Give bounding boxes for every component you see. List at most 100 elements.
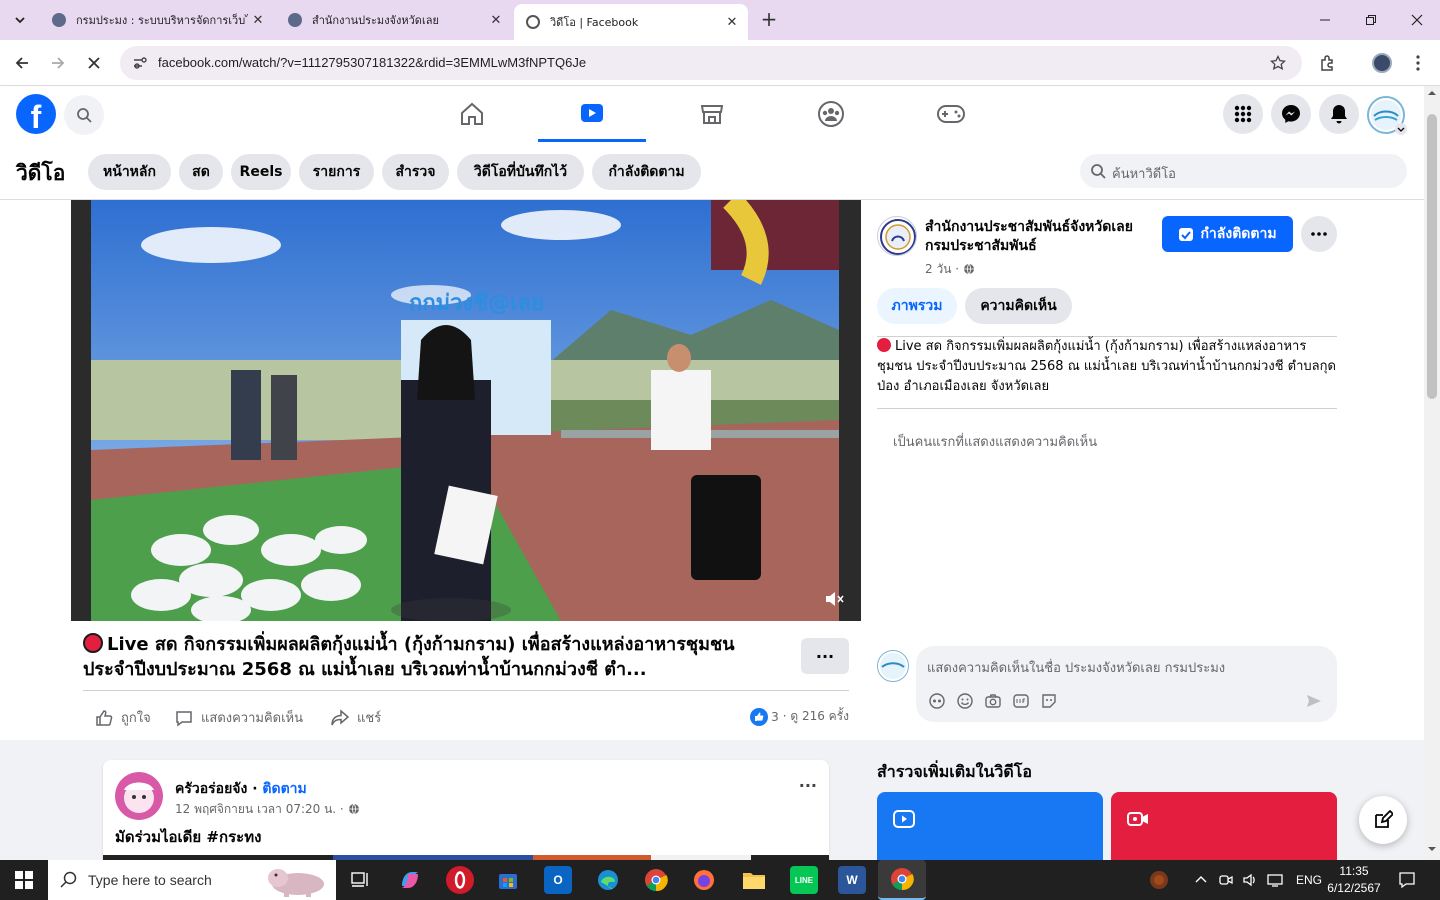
close-tab-icon[interactable]: ✕: [248, 13, 268, 28]
nav-marketplace[interactable]: [658, 86, 766, 142]
pill-saved-videos[interactable]: วิดีโอที่บันทึกไว้: [457, 154, 584, 190]
send-icon[interactable]: [1306, 693, 1322, 709]
edge-app[interactable]: [594, 866, 622, 894]
feed-author-avatar[interactable]: [115, 772, 163, 820]
camera-button[interactable]: [984, 692, 1002, 710]
video-thumbnail-image: กกม่วงชี@เลย: [91, 200, 839, 621]
notifications-button[interactable]: [1319, 94, 1359, 134]
pill-home[interactable]: หน้าหลัก: [88, 154, 171, 190]
opera-app[interactable]: [446, 866, 474, 894]
pill-shows[interactable]: รายการ: [299, 154, 374, 190]
pill-reels[interactable]: Reels: [231, 154, 291, 190]
post-stats[interactable]: 3 · ดู 216 ครั้ง: [750, 707, 849, 726]
back-button[interactable]: [10, 51, 34, 75]
new-message-button[interactable]: [1359, 796, 1407, 844]
pill-live[interactable]: สด: [179, 154, 223, 190]
pill-following[interactable]: กำลังติดตาม: [592, 154, 701, 190]
nav-home[interactable]: [418, 86, 526, 142]
explore-card-live[interactable]: [1111, 792, 1337, 862]
speaker-icon[interactable]: [1242, 872, 1258, 888]
url-text[interactable]: facebook.com/watch/?v=1112795307181322&r…: [158, 55, 586, 70]
nav-gaming[interactable]: [897, 86, 1005, 142]
tab-comments[interactable]: ความคิดเห็น: [965, 288, 1072, 324]
browser-tab-active[interactable]: วิดีโอ | Facebook ✕: [514, 4, 748, 40]
messenger-button[interactable]: [1271, 94, 1311, 134]
browser-tab[interactable]: สำนักงานประมงจังหวัดเลย ✕: [276, 6, 512, 34]
menu-button[interactable]: [1223, 94, 1263, 134]
chrome-app-active[interactable]: [878, 860, 926, 900]
taskbar-clock[interactable]: 11:35 6/12/2567: [1320, 863, 1388, 897]
feed-follow-link[interactable]: ติดตาม: [262, 781, 306, 797]
avatar-sticker-button[interactable]: [928, 692, 946, 710]
video-search-input[interactable]: ค้นหาวิดีโอ: [1080, 154, 1407, 188]
chrome-app[interactable]: [642, 866, 670, 894]
profile-button[interactable]: [1370, 51, 1394, 75]
chevron-down-icon[interactable]: [1395, 123, 1407, 135]
post-more-button[interactable]: ···: [801, 638, 849, 674]
word-app[interactable]: W: [838, 866, 866, 894]
extensions-button[interactable]: [1316, 51, 1340, 75]
svg-text:กกม่วงชี@เลย: กกม่วงชี@เลย: [409, 291, 544, 316]
address-bar[interactable]: facebook.com/watch/?v=1112795307181322&r…: [120, 46, 1302, 80]
new-tab-button[interactable]: +: [758, 9, 780, 31]
video-player[interactable]: กกม่วงชี@เลย: [71, 200, 861, 621]
nav-video[interactable]: [538, 86, 646, 142]
mute-icon[interactable]: [823, 588, 845, 610]
scroll-down-arrow-icon[interactable]: [1424, 842, 1440, 856]
language-indicator[interactable]: ENG: [1296, 873, 1322, 887]
comment-input[interactable]: แสดงความคิดเห็นในชื่อ ประมงจังหวัดเลย กร…: [916, 646, 1337, 722]
scroll-up-arrow-icon[interactable]: [1424, 86, 1440, 100]
taskbar-search-input[interactable]: Type here to search: [48, 860, 336, 900]
outlook-app[interactable]: O: [544, 866, 572, 894]
video-frame[interactable]: กกม่วงชี@เลย: [91, 200, 839, 621]
commenter-avatar[interactable]: [877, 650, 909, 682]
minimize-button[interactable]: [1302, 0, 1348, 40]
microsoft-store-app[interactable]: [494, 866, 522, 894]
page-name-link[interactable]: สำนักงานประชาสัมพันธ์จังหวัดเลย กรมประชา…: [925, 218, 1145, 256]
tab-search-button[interactable]: [8, 8, 32, 32]
feed-author-name[interactable]: ครัวอร่อยจัง: [175, 781, 247, 797]
following-check-icon: [1179, 228, 1194, 241]
firefox-app[interactable]: [690, 866, 718, 894]
file-explorer-app[interactable]: [740, 866, 768, 894]
explore-card-videos[interactable]: [877, 792, 1103, 862]
forward-button[interactable]: [46, 51, 70, 75]
stop-button[interactable]: [82, 51, 106, 75]
like-button[interactable]: ถูกใจ: [95, 707, 151, 728]
chevron-up-icon[interactable]: [1194, 873, 1208, 887]
comment-button[interactable]: แสดงความคิดเห็น: [175, 707, 303, 728]
page-more-button[interactable]: [1301, 216, 1337, 252]
line-app[interactable]: LINE: [790, 866, 818, 894]
meet-now-icon[interactable]: [1218, 872, 1234, 888]
restore-button[interactable]: [1348, 0, 1394, 40]
network-icon[interactable]: [1266, 872, 1284, 888]
browser-tab[interactable]: กรมประมง : ระบบบริหารจัดการเว็บไซต์ ✕: [40, 6, 274, 34]
gif-button[interactable]: [1012, 692, 1030, 710]
following-button[interactable]: กำลังติดตาม: [1162, 216, 1293, 252]
sticker-button[interactable]: [1040, 692, 1058, 710]
nav-groups[interactable]: [777, 86, 885, 142]
weather-widget[interactable]: [1148, 860, 1170, 900]
facebook-search-button[interactable]: [64, 95, 104, 135]
start-button[interactable]: [0, 860, 48, 900]
site-settings-icon[interactable]: [132, 55, 148, 71]
share-button[interactable]: แชร์: [331, 707, 381, 728]
page-avatar[interactable]: [877, 216, 917, 256]
windows-taskbar: Type here to search O LINE W ENG 11:35 6…: [0, 860, 1440, 900]
chrome-menu-button[interactable]: [1406, 51, 1430, 75]
explore-more-title: สำรวจเพิ่มเติมในวิดีโอ: [877, 762, 1032, 781]
close-tab-icon[interactable]: ✕: [486, 13, 506, 28]
close-window-button[interactable]: [1394, 0, 1440, 40]
tab-overview[interactable]: ภาพรวม: [877, 288, 957, 324]
emoji-button[interactable]: [956, 692, 974, 710]
facebook-logo[interactable]: f: [16, 94, 56, 134]
notification-center-button[interactable]: [1398, 860, 1416, 900]
page-scrollbar[interactable]: [1424, 86, 1440, 860]
bookmark-star-icon[interactable]: [1270, 55, 1286, 71]
scrollbar-thumb[interactable]: [1427, 114, 1437, 399]
feed-more-button[interactable]: ···: [799, 776, 817, 795]
copilot-app[interactable]: [396, 866, 424, 894]
close-tab-icon[interactable]: ✕: [722, 15, 742, 30]
pill-explore[interactable]: สำรวจ: [382, 154, 449, 190]
task-view-button[interactable]: [346, 866, 374, 894]
